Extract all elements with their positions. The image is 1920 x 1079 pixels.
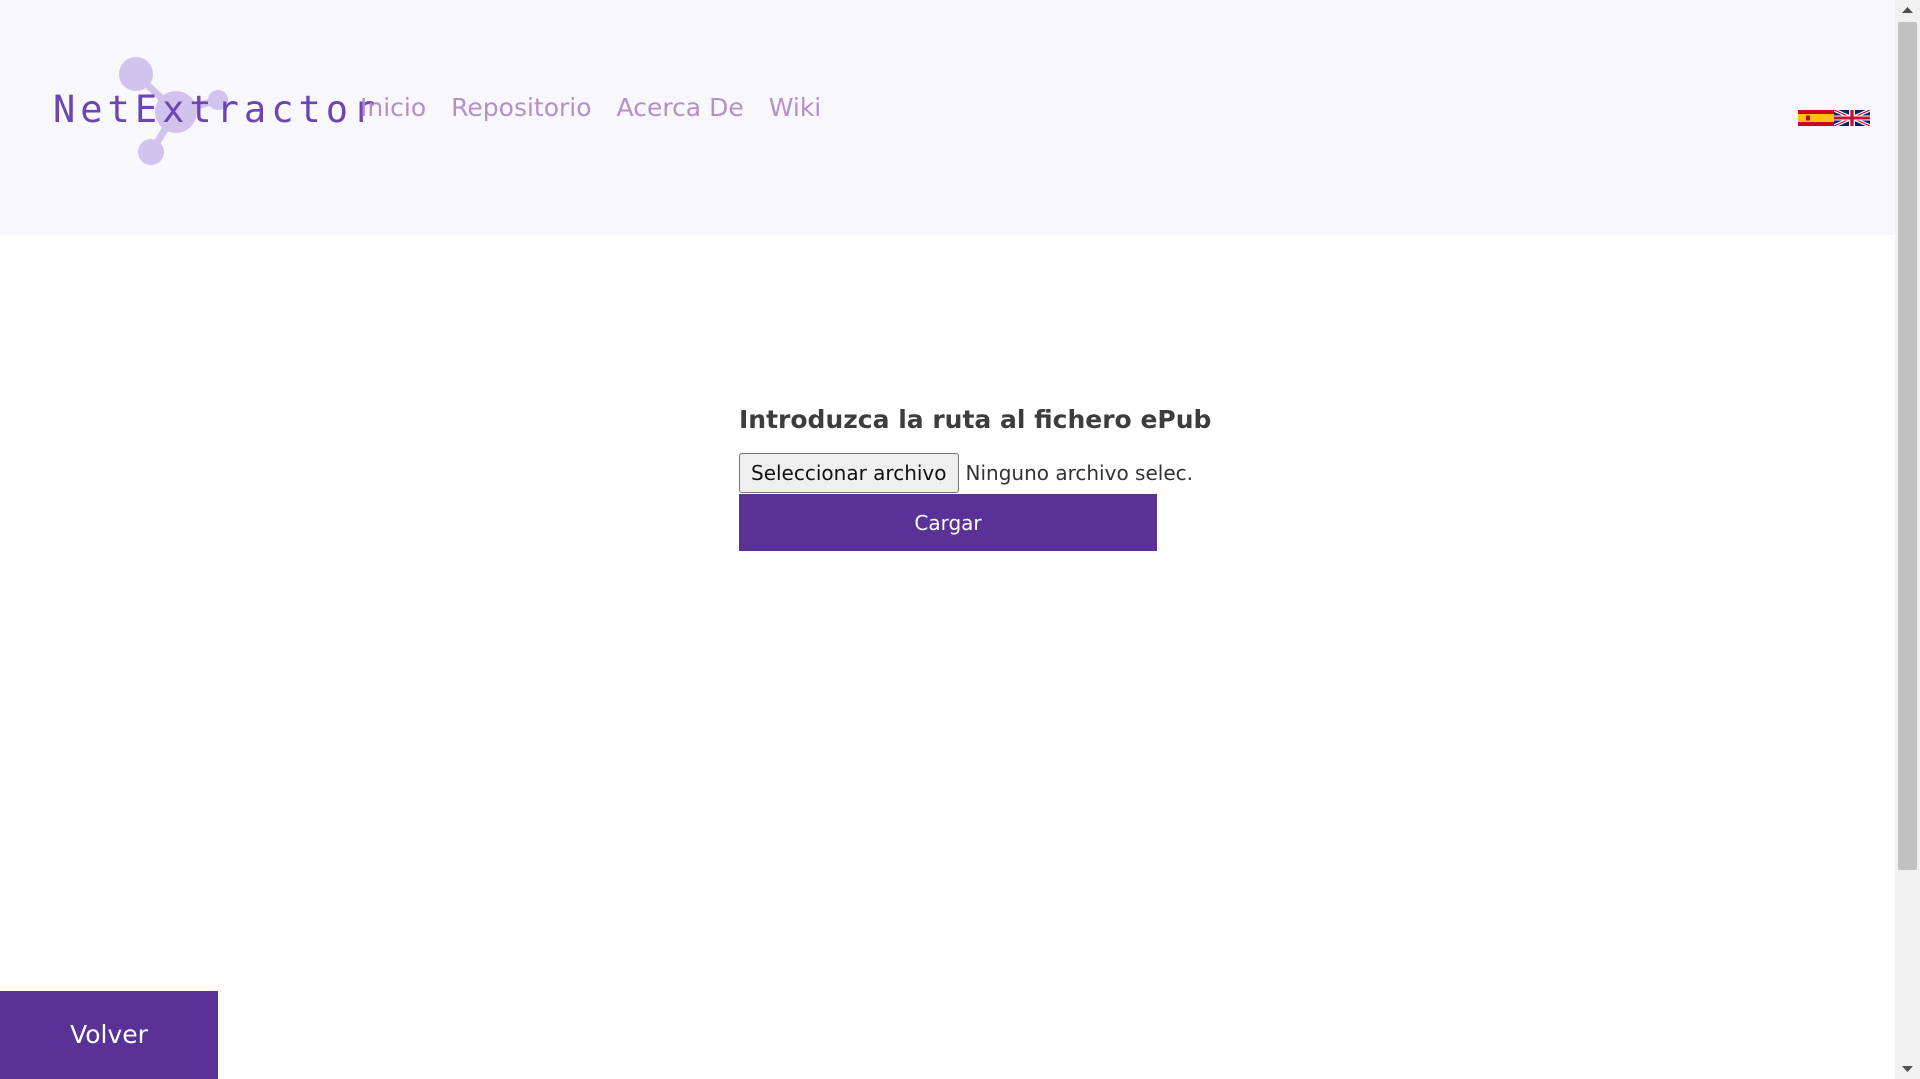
nav-link-repositorio[interactable]: Repositorio bbox=[451, 93, 591, 122]
select-file-button[interactable]: Seleccionar archivo bbox=[739, 453, 959, 493]
file-path-label: Introduzca la ruta al fichero ePub bbox=[739, 405, 1212, 434]
file-status-text: Ninguno archivo selec. bbox=[965, 461, 1193, 485]
back-button[interactable]: Volver bbox=[0, 991, 218, 1079]
site-header: NetExtractor Inicio Repositorio Acerca D… bbox=[0, 0, 1895, 235]
spanish-flag-icon[interactable] bbox=[1798, 110, 1834, 126]
scroll-down-arrow-icon[interactable] bbox=[1895, 1059, 1920, 1079]
language-selector bbox=[1798, 110, 1870, 126]
vertical-scrollbar[interactable] bbox=[1895, 0, 1920, 1079]
nav-link-acerca-de[interactable]: Acerca De bbox=[617, 93, 744, 122]
epub-upload-form: Introduzca la ruta al fichero ePub Selec… bbox=[739, 405, 1212, 551]
nav-link-inicio[interactable]: Inicio bbox=[360, 93, 426, 122]
upload-button[interactable]: Cargar bbox=[739, 494, 1157, 551]
nav-link-wiki[interactable]: Wiki bbox=[769, 93, 822, 122]
logo-text: NetExtractor bbox=[53, 88, 381, 131]
file-input: Seleccionar archivo Ninguno archivo sele… bbox=[739, 453, 1193, 493]
uk-flag-icon[interactable] bbox=[1834, 110, 1870, 126]
scrollbar-thumb[interactable] bbox=[1898, 22, 1917, 870]
main-nav: Inicio Repositorio Acerca De Wiki bbox=[360, 93, 821, 122]
logo[interactable]: NetExtractor bbox=[50, 52, 375, 172]
page: NetExtractor Inicio Repositorio Acerca D… bbox=[0, 0, 1895, 1079]
scroll-up-arrow-icon[interactable] bbox=[1895, 0, 1920, 20]
